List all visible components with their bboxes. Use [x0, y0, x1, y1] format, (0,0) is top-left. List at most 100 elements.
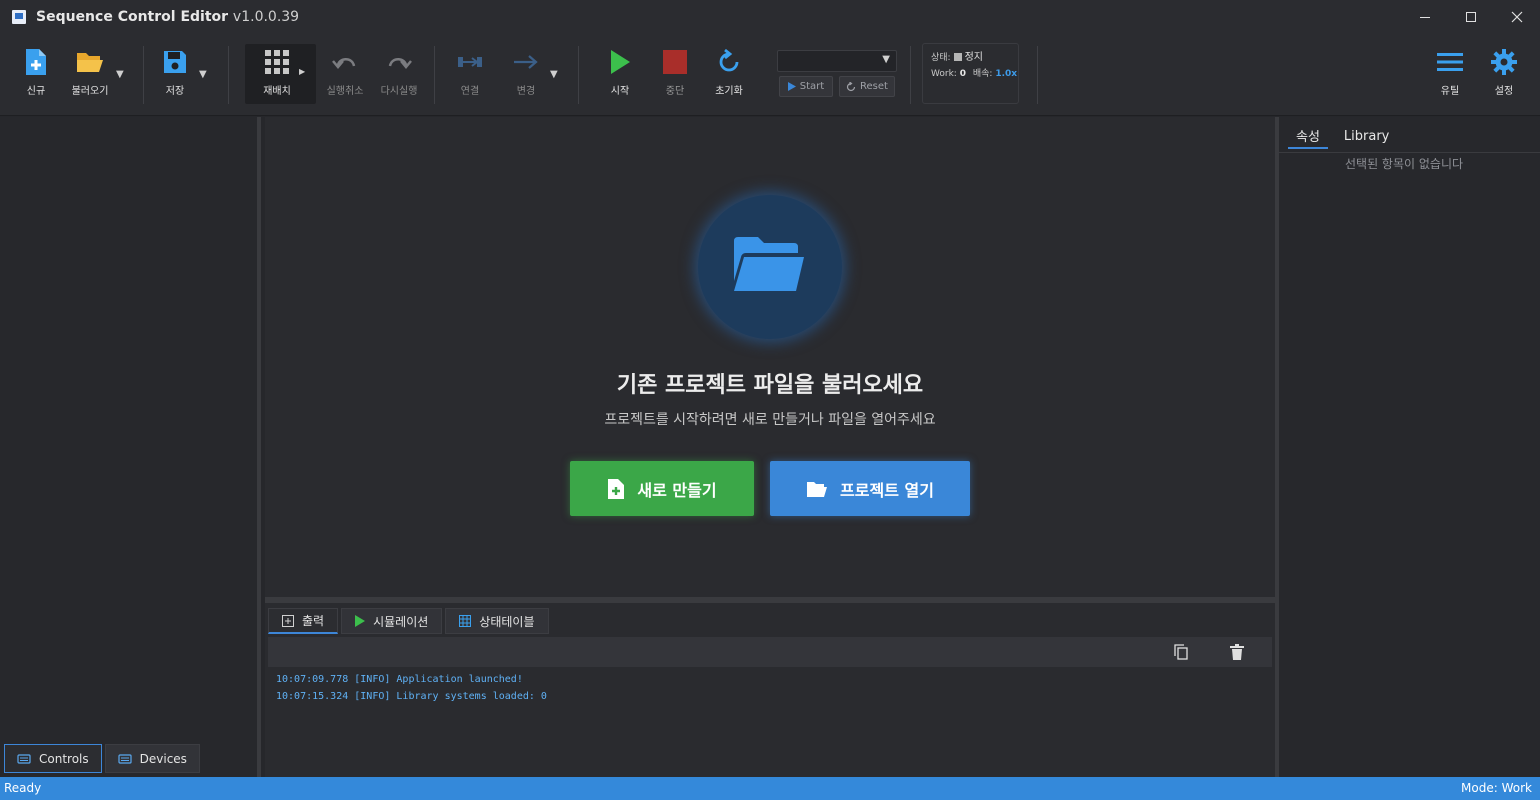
tab-library[interactable]: Library: [1336, 123, 1397, 149]
speed-label: 배속:: [972, 69, 993, 79]
status-bar: Ready Mode: Work: [0, 777, 1540, 800]
small-start-button[interactable]: Start: [779, 76, 833, 97]
small-reset-button[interactable]: Reset: [839, 76, 895, 97]
status-text: Ready: [4, 781, 42, 795]
welcome-subheading: 프로젝트를 시작하려면 새로 만들거나 파일을 열어주세요: [604, 412, 936, 428]
folder-open-icon: [734, 237, 804, 291]
small-reset-label: Reset: [860, 81, 888, 92]
arrow-right-icon: [514, 55, 538, 69]
maximize-button[interactable]: [1448, 0, 1494, 34]
tab-output[interactable]: 출력: [268, 608, 339, 634]
stop-icon: [663, 50, 687, 74]
change-dropdown-icon[interactable]: ▼: [550, 69, 558, 80]
open-project-button[interactable]: 프로젝트 열기: [770, 461, 970, 516]
undo-icon: [332, 58, 356, 69]
window-controls: [1402, 0, 1540, 34]
app-window: Sequence Control Editor v1.0.0.39 신규 불러오…: [0, 0, 1540, 800]
tab-devices[interactable]: Devices: [104, 744, 200, 773]
left-panel: [0, 117, 261, 777]
right-panel-tabs: 속성 Library: [1288, 123, 1397, 149]
undo-button[interactable]: 실행취소: [326, 44, 364, 106]
tab-controls-label: Controls: [39, 751, 89, 766]
properties-panel: 속성 Library 선택된 항목이 없습니다: [1275, 117, 1540, 777]
open-project-label: 프로젝트 열기: [840, 480, 934, 500]
change-button[interactable]: 변경: [511, 44, 541, 106]
output-icon: [282, 614, 294, 627]
new-button[interactable]: 신규: [18, 44, 54, 106]
change-label: 변경: [516, 86, 536, 97]
sequence-select[interactable]: ▼: [777, 50, 897, 72]
connect-button[interactable]: 연결: [455, 44, 485, 106]
folder-open-icon: [807, 481, 828, 497]
play-icon: [355, 615, 366, 627]
welcome-icon-circle: [698, 195, 842, 339]
copy-icon: [1174, 644, 1188, 660]
tab-simulation[interactable]: 시뮬레이션: [341, 608, 443, 634]
reset-label: 초기화: [715, 86, 743, 97]
tab-state-table[interactable]: 상태테이블: [445, 608, 549, 634]
toolbar-separator: [578, 46, 579, 104]
divider: [1279, 152, 1540, 153]
tab-properties[interactable]: 속성: [1288, 123, 1328, 149]
rearrange-label: 재배치: [263, 86, 291, 97]
window-title-text: Sequence Control Editor: [36, 9, 229, 25]
settings-button[interactable]: 설정: [1489, 44, 1519, 106]
table-icon: [459, 615, 472, 627]
util-button[interactable]: 유틸: [1435, 44, 1465, 106]
title-bar: Sequence Control Editor v1.0.0.39: [0, 0, 1540, 34]
new-label: 신규: [26, 86, 46, 97]
settings-label: 설정: [1494, 86, 1514, 97]
state-value: 정지: [964, 52, 983, 63]
toolbar-separator: [228, 46, 229, 104]
welcome-area: 기존 프로젝트 파일을 불러오세요 프로젝트를 시작하려면 새로 만들거나 파일…: [265, 117, 1275, 597]
output-panel: 출력 시뮬레이션 상태테이블 10:07:09.778 [INFO] Appli…: [265, 603, 1275, 777]
save-button[interactable]: 저장: [157, 44, 193, 106]
load-button[interactable]: 불러오기: [68, 44, 112, 106]
new-file-icon: [26, 49, 46, 75]
devices-icon: [118, 753, 132, 764]
log-line: 10:07:15.324 [INFO] Library systems load…: [276, 691, 547, 702]
clear-log-button[interactable]: [1230, 644, 1244, 664]
state-label: 상태:: [931, 53, 951, 63]
close-icon: [1511, 11, 1523, 23]
grid-icon: [265, 50, 289, 74]
main-toolbar: 신규 불러오기 ▼ 저장 ▼ 재배치 ▶ 실행취소 다시실행 연결 변경 ▼ 시…: [0, 34, 1540, 116]
trash-icon: [1230, 644, 1244, 660]
undo-label: 실행취소: [326, 86, 364, 97]
bottom-tabs: 출력 시뮬레이션 상태테이블: [268, 608, 549, 634]
refresh-icon: [719, 49, 739, 72]
empty-selection-text: 선택된 항목이 없습니다: [1345, 157, 1464, 171]
load-label: 불러오기: [71, 86, 109, 97]
start-button[interactable]: 시작: [605, 44, 635, 106]
folder-open-icon: [77, 53, 103, 72]
toolbar-separator: [434, 46, 435, 104]
log-output: 10:07:09.778 [INFO] Application launched…: [276, 671, 547, 705]
controls-icon: [17, 753, 31, 764]
save-icon: [164, 51, 186, 73]
redo-label: 다시실행: [380, 86, 418, 97]
left-panel-tabs: Controls Devices: [4, 744, 200, 773]
play-icon: [611, 50, 630, 74]
redo-icon: [388, 58, 412, 69]
minimize-button[interactable]: [1402, 0, 1448, 34]
rearrange-button[interactable]: 재배치 ▶: [245, 44, 316, 104]
load-dropdown-icon[interactable]: ▼: [116, 69, 124, 80]
redo-button[interactable]: 다시실행: [380, 44, 418, 106]
new-file-icon: [608, 478, 625, 499]
save-dropdown-icon[interactable]: ▼: [199, 69, 207, 80]
new-project-button[interactable]: 새로 만들기: [570, 461, 754, 516]
minimize-icon: [1420, 17, 1430, 18]
small-start-label: Start: [799, 81, 825, 92]
welcome-heading: 기존 프로젝트 파일을 불러오세요: [616, 373, 924, 398]
window-title: Sequence Control Editor v1.0.0.39: [36, 9, 299, 25]
rearrange-expand-icon[interactable]: ▶: [299, 67, 305, 76]
copy-button[interactable]: [1174, 644, 1188, 664]
tab-controls[interactable]: Controls: [4, 744, 102, 773]
tab-simulation-label: 시뮬레이션: [373, 614, 429, 629]
run-status-panel: 상태: 정지 Work: 0 배속: 1.0x: [922, 43, 1019, 104]
reset-button[interactable]: 초기화: [712, 44, 746, 106]
stop-button[interactable]: 중단: [660, 44, 690, 106]
close-button[interactable]: [1494, 0, 1540, 34]
connect-label: 연결: [460, 86, 480, 97]
start-label: 시작: [610, 86, 630, 97]
